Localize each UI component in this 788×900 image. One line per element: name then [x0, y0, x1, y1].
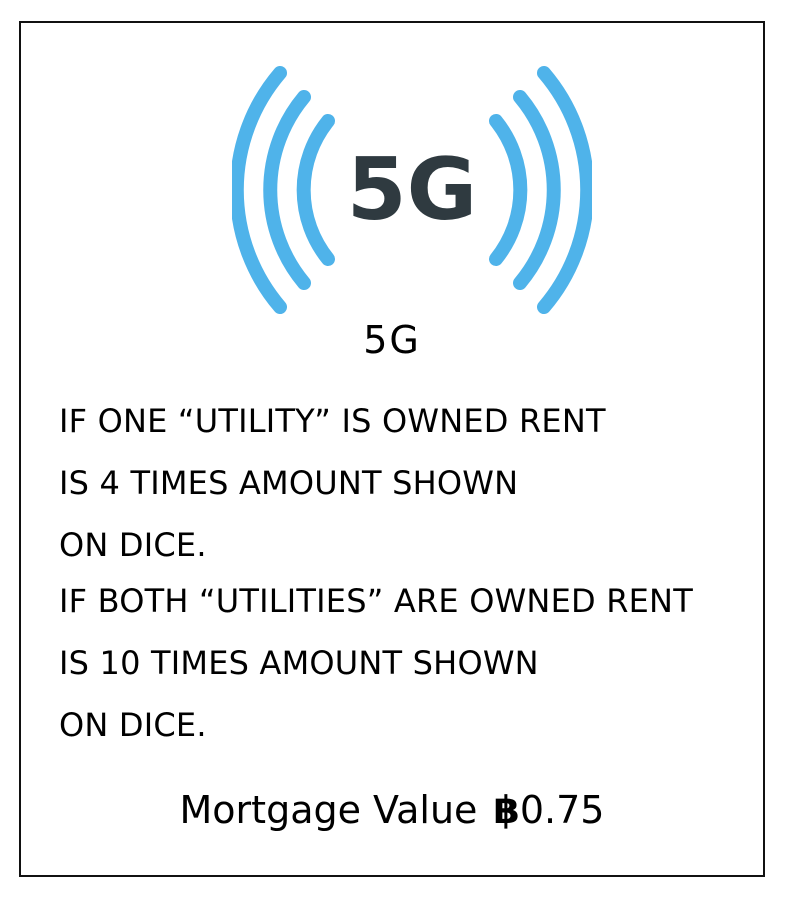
card-title: 5G [363, 318, 421, 362]
mortgage-label: Mortgage Value [179, 788, 478, 832]
rule-line: IS 4 TIMES AMOUNT SHOWN [59, 464, 519, 502]
rule-line: IF ONE “UTILITY” IS OWNED RENT [59, 402, 606, 440]
mortgage-value: Mortgage Value ฿0.75 [21, 786, 763, 834]
rent-rules: IF ONE “UTILITY” IS OWNED RENT IS 4 TIME… [59, 404, 759, 742]
wave-left-inner [296, 114, 335, 266]
rule-line: IF BOTH “UTILITIES” ARE OWNED RENT [59, 582, 693, 620]
5g-signal-icon: 5G [232, 59, 592, 315]
currency-symbol: ฿ [493, 788, 520, 832]
wave-right-inner [489, 114, 528, 266]
rule-line: ON DICE. [59, 706, 207, 744]
rule-line: ON DICE. [59, 526, 207, 564]
logo-text: 5G [347, 140, 477, 240]
rule-line: IS 10 TIMES AMOUNT SHOWN [59, 644, 539, 682]
utility-card: 5G 5G IF ONE “UTILITY” IS OWNED RENT IS … [19, 21, 765, 877]
mortgage-amount: 0.75 [519, 788, 605, 832]
5g-logo-graphic: 5G [232, 66, 592, 314]
